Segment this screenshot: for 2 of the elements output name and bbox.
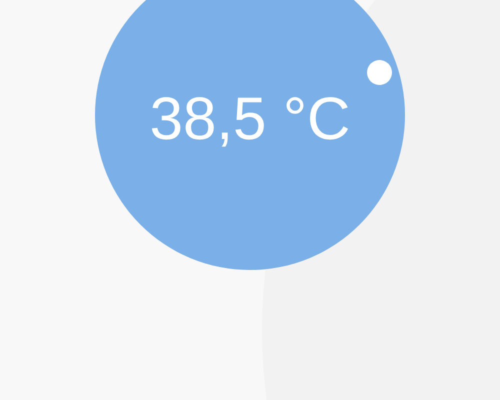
temperature-dial[interactable]: 38,5 °C [95,0,405,270]
temperature-reading: 38,5 °C [150,84,350,154]
